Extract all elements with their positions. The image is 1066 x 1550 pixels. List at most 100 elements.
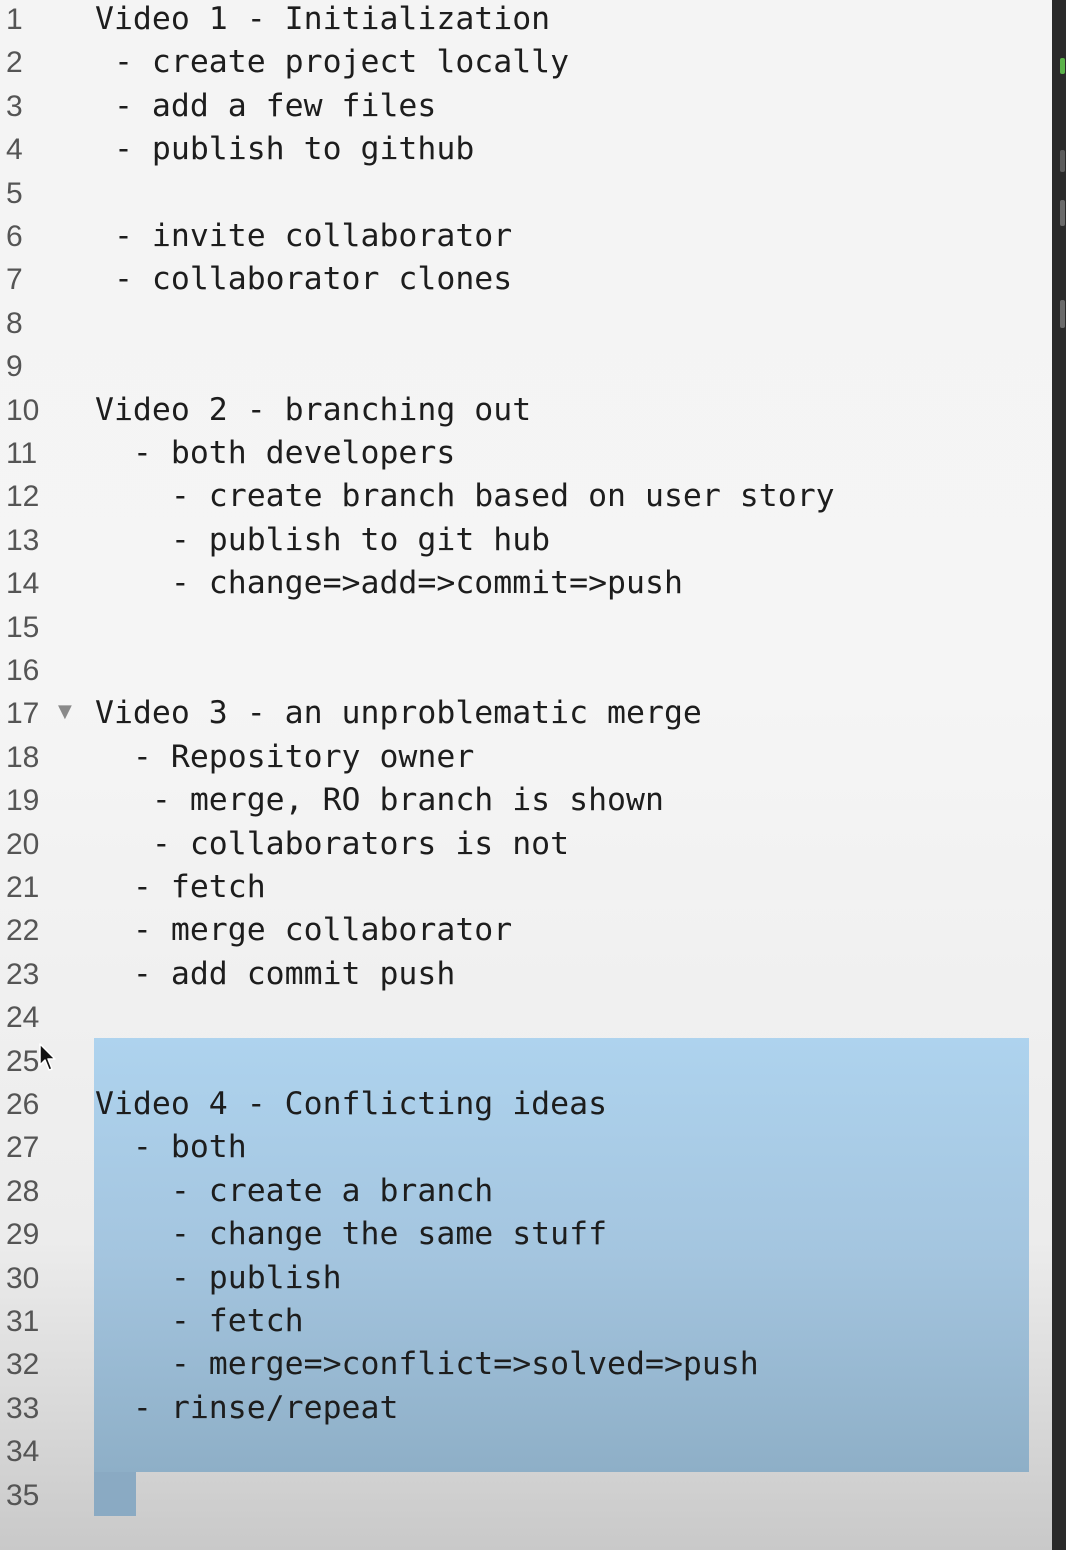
editor-line[interactable]: 7 - collaborator clones xyxy=(0,258,1052,301)
line-number: 31 xyxy=(6,1305,40,1338)
editor-line[interactable]: 8 xyxy=(0,302,1052,345)
line-text: - publish to github xyxy=(95,131,475,168)
line-text: - merge=>conflict=>solved=>push xyxy=(95,1346,759,1383)
text-editor[interactable]: 1 Video 1 - Initialization 2 - create proj… xyxy=(0,0,1052,1550)
line-number: 26 xyxy=(6,1088,40,1121)
line-text: - collaborator clones xyxy=(95,261,513,298)
editor-line[interactable]: 14 - change=>add=>commit=>push xyxy=(0,562,1052,605)
editor-line[interactable]: 2 - create project locally xyxy=(0,41,1052,84)
scrollbar-marker xyxy=(1060,150,1065,172)
editor-line[interactable]: 24 xyxy=(0,996,1052,1039)
editor-line[interactable]: 17 ▼ Video 3 - an unproblematic merge xyxy=(0,692,1052,735)
line-number: 17 xyxy=(6,697,40,731)
fold-triangle-icon[interactable]: ▼ xyxy=(58,702,72,722)
line-number: 14 xyxy=(6,567,40,601)
editor-line[interactable]: 20 - collaborators is not xyxy=(0,823,1052,866)
line-text: - fetch xyxy=(95,1303,304,1339)
line-text: - create project locally xyxy=(95,44,570,81)
line-text: - collaborators is not xyxy=(95,825,570,862)
line-number: 6 xyxy=(6,220,23,253)
editor-line[interactable]: 15 xyxy=(0,606,1052,649)
line-number: 22 xyxy=(6,914,40,948)
line-number: 33 xyxy=(6,1391,40,1425)
mouse-pointer-icon xyxy=(39,1043,56,1071)
line-number: 27 xyxy=(6,1131,40,1165)
line-number: 8 xyxy=(6,306,23,340)
line-text: - invite collaborator xyxy=(95,218,513,254)
line-number: 4 xyxy=(6,133,23,167)
editor-line[interactable]: 16 xyxy=(0,649,1052,692)
line-text: - publish xyxy=(95,1259,342,1296)
line-text: Video 3 - an unproblematic merge xyxy=(95,695,702,732)
editor-line[interactable]: 3 - add a few files xyxy=(0,85,1052,128)
line-number: 13 xyxy=(6,523,40,557)
scrollbar-marker-green xyxy=(1060,58,1065,74)
line-number: 35 xyxy=(6,1478,40,1512)
editor-line[interactable]: 28 - create a branch xyxy=(0,1170,1052,1213)
line-text: - fetch xyxy=(95,869,266,905)
line-text: - merge collaborator xyxy=(95,912,513,949)
line-number: 29 xyxy=(6,1218,40,1252)
editor-line[interactable]: 21 - fetch xyxy=(0,866,1052,909)
line-number: 21 xyxy=(6,871,40,904)
line-number: 20 xyxy=(6,827,40,861)
line-text: - both developers xyxy=(95,435,456,471)
line-text: - create a branch xyxy=(95,1172,494,1209)
editor-line[interactable]: 10 Video 2 - branching out xyxy=(0,389,1052,432)
editor-line[interactable]: 9 xyxy=(0,345,1052,388)
line-number: 11 xyxy=(6,437,38,470)
editor-scrollbar[interactable] xyxy=(1052,0,1066,1550)
editor-line[interactable]: 5 xyxy=(0,172,1052,215)
line-text: - add a few files xyxy=(95,87,437,124)
editor-line[interactable]: 27 - both xyxy=(0,1126,1052,1169)
line-number: 30 xyxy=(6,1261,40,1295)
line-number: 7 xyxy=(6,263,23,297)
line-number: 3 xyxy=(6,89,23,123)
scrollbar-marker xyxy=(1060,300,1065,328)
editor-line[interactable]: 23 - add commit push xyxy=(0,953,1052,996)
line-text: - Repository owner xyxy=(95,738,475,775)
line-number: 10 xyxy=(6,393,40,427)
editor-line[interactable]: 30 - publish xyxy=(0,1257,1052,1300)
line-text: - publish to git hub xyxy=(95,521,551,558)
editor-line[interactable]: 4 - publish to github xyxy=(0,128,1052,171)
editor-line[interactable]: 6 - invite collaborator xyxy=(0,215,1052,258)
editor-line[interactable]: 1 Video 1 - Initialization xyxy=(0,0,1052,41)
line-text: - rinse/repeat xyxy=(95,1389,399,1426)
editor-line[interactable]: 11 - both developers xyxy=(0,432,1052,475)
line-number: 12 xyxy=(6,480,40,514)
line-text: - add commit push xyxy=(95,955,456,992)
editor-line[interactable]: 19 - merge, RO branch is shown xyxy=(0,779,1052,822)
line-text: Video 4 - Conflicting ideas xyxy=(95,1086,608,1122)
editor-line[interactable]: 35 xyxy=(0,1474,1052,1517)
editor-line[interactable]: 34 xyxy=(0,1430,1052,1473)
editor-line[interactable]: 22 - merge collaborator xyxy=(0,909,1052,952)
line-number: 28 xyxy=(6,1174,40,1208)
editor-line[interactable]: 26 Video 4 - Conflicting ideas xyxy=(0,1083,1052,1126)
line-number: 2 xyxy=(6,46,23,80)
editor-line[interactable]: 31 - fetch xyxy=(0,1300,1052,1343)
line-text: - change=>add=>commit=>push xyxy=(95,565,683,602)
editor-line[interactable]: 12 - create branch based on user story xyxy=(0,475,1052,518)
editor-line[interactable]: 29 - change the same stuff xyxy=(0,1213,1052,1256)
editor-line[interactable]: 13 - publish to git hub xyxy=(0,519,1052,562)
line-number: 1 xyxy=(6,3,23,36)
line-number: 5 xyxy=(6,176,23,210)
line-text: Video 2 - branching out xyxy=(95,391,532,428)
line-number: 19 xyxy=(6,784,40,818)
line-number: 9 xyxy=(6,350,23,384)
line-number: 18 xyxy=(6,740,40,774)
editor-line[interactable]: 18 - Repository owner xyxy=(0,736,1052,779)
line-text: - merge, RO branch is shown xyxy=(95,782,664,819)
line-text: - change the same stuff xyxy=(95,1216,608,1253)
line-number: 34 xyxy=(6,1435,40,1469)
editor-line[interactable]: 33 - rinse/repeat xyxy=(0,1387,1052,1430)
line-text: Video 1 - Initialization xyxy=(95,1,551,37)
line-text: - both xyxy=(95,1129,247,1166)
editor-line[interactable]: 32 - merge=>conflict=>solved=>push xyxy=(0,1343,1052,1386)
line-number: 16 xyxy=(6,654,40,687)
line-number: 24 xyxy=(6,1001,40,1035)
scrollbar-marker xyxy=(1060,200,1065,226)
line-number: 23 xyxy=(6,957,40,991)
editor-line[interactable]: 25 xyxy=(0,1040,1052,1083)
